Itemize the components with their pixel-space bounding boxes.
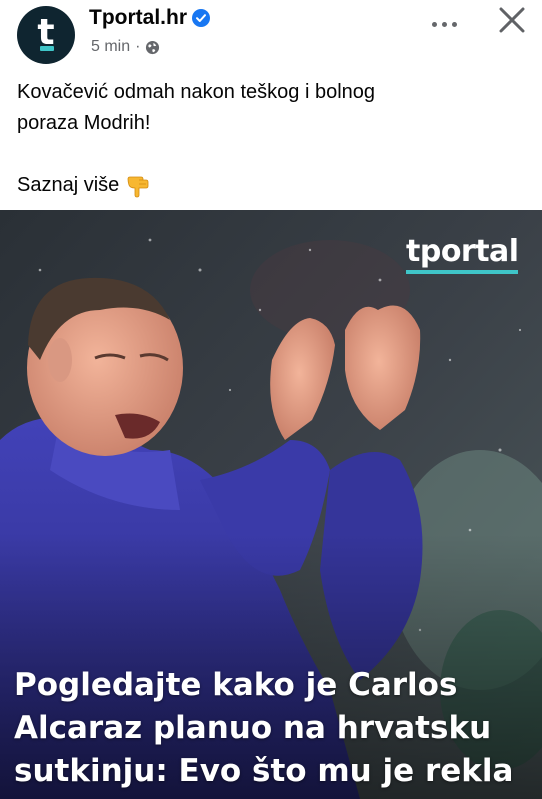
tportal-logo: tportal xyxy=(406,234,519,274)
more-options-icon[interactable] xyxy=(424,14,464,34)
avatar-accent-bar xyxy=(40,46,54,51)
globe-icon xyxy=(146,40,160,54)
headline-line: sutkinju: Evo što mu je rekla xyxy=(14,753,514,789)
post-text-line: poraza Modrih! xyxy=(17,112,151,134)
post-time[interactable]: 5 min xyxy=(91,38,130,56)
page-name-text[interactable]: Tportal.hr xyxy=(89,6,187,30)
see-more-text[interactable]: Saznaj više xyxy=(17,170,119,201)
headline-line: Pogledajte kako je Carlos xyxy=(14,667,458,703)
post-meta: 5 min · xyxy=(91,38,160,56)
page-avatar[interactable]: t xyxy=(17,6,75,64)
see-more-link[interactable]: Saznaj više xyxy=(17,170,151,201)
image-headline: Pogledajte kako je Carlos Alcaraz planuo… xyxy=(14,664,534,793)
post-header: t Tportal.hr 5 min · xyxy=(0,0,542,68)
logo-underline xyxy=(406,270,518,274)
headline-line: Alcaraz planuo na hrvatsku xyxy=(14,710,492,746)
close-icon[interactable] xyxy=(495,3,529,37)
meta-separator: · xyxy=(135,38,141,55)
pointing-down-hand-emoji xyxy=(127,176,149,197)
post-text: Kovačević odmah nakon teškog i bolnog po… xyxy=(17,77,517,139)
article-image[interactable]: tportal Pogledajte kako je Carlos Alcara… xyxy=(0,210,542,799)
logo-text: tportal xyxy=(406,234,519,269)
verified-badge-icon xyxy=(192,9,210,27)
post-text-line: Kovačević odmah nakon teškog i bolnog xyxy=(17,81,376,103)
page-name[interactable]: Tportal.hr xyxy=(89,6,210,30)
